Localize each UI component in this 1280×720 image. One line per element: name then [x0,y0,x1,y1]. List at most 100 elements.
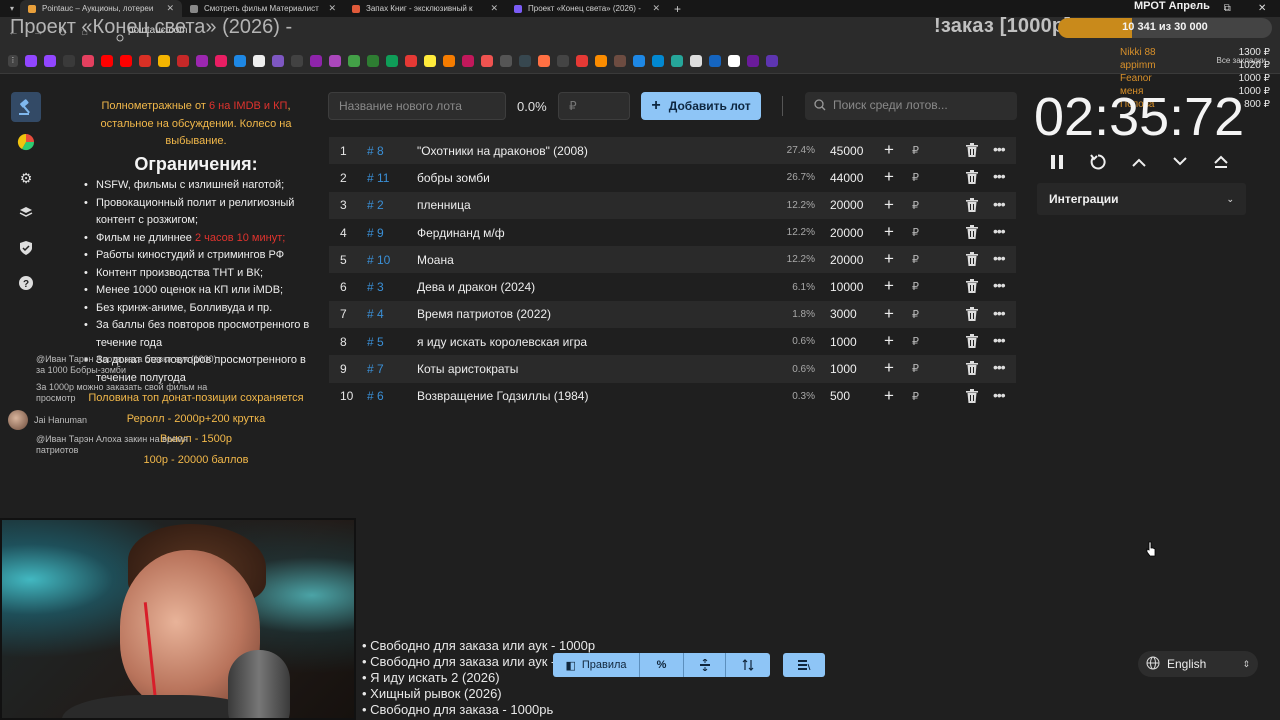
lot-amount[interactable]: 1000 [815,362,875,376]
lot-amount[interactable]: 1000 [815,335,875,349]
bookmark-icon[interactable] [500,55,512,67]
clear-list-button[interactable] [783,653,825,677]
currency-icon[interactable]: ₽ [912,226,919,239]
more-options-icon[interactable]: ••• [993,332,1006,348]
currency-icon[interactable]: ₽ [912,362,919,375]
youtube-bookmark-icon[interactable] [120,55,132,67]
delete-trash-icon[interactable] [966,279,978,296]
bookmark-icon[interactable] [481,55,493,67]
delete-trash-icon[interactable] [966,361,978,378]
bookmark-icon[interactable] [63,55,75,67]
lot-amount[interactable]: 20000 [815,198,875,212]
bookmark-icon[interactable] [215,55,227,67]
currency-icon[interactable]: ₽ [912,308,919,321]
lot-name[interactable]: Фердинанд м/ф [417,226,757,240]
lot-id-tag[interactable]: # 3 [367,280,417,294]
lot-name[interactable]: Моана [417,253,757,267]
bookmark-icon[interactable] [709,55,721,67]
lot-name[interactable]: я иду искать королевская игра [417,335,757,349]
add-amount-icon[interactable]: + [884,305,894,322]
add-amount-icon[interactable]: + [884,277,894,294]
add-amount-icon[interactable]: + [884,141,894,158]
bookmark-icon[interactable] [348,55,360,67]
browser-tab-pointauc[interactable]: Pointauc – Аукционы, лотереи ✕ [20,0,182,17]
add-amount-icon[interactable]: + [884,196,894,213]
currency-icon[interactable]: ₽ [912,144,919,157]
tab-search-icon[interactable]: ▾ [4,4,20,13]
add-lot-button[interactable]: + Добавить лот [641,92,761,120]
bookmark-icon[interactable] [538,55,550,67]
language-select[interactable]: English ⇕ [1138,651,1258,677]
restore-window-icon[interactable]: ⧉ [1224,3,1231,14]
bookmark-icon[interactable] [196,55,208,67]
bookmark-icon[interactable] [614,55,626,67]
lot-amount[interactable]: 3000 [815,307,875,321]
new-tab-button[interactable]: + [668,2,687,16]
lot-name[interactable]: Возвращение Годзиллы (1984) [417,389,757,403]
bookmark-icon[interactable] [424,55,436,67]
bookmark-icon[interactable] [177,55,189,67]
chevron-up-icon[interactable] [1128,150,1149,174]
pause-icon[interactable] [1046,150,1067,174]
add-amount-icon[interactable]: + [884,250,894,267]
bookmark-icon[interactable] [519,55,531,67]
currency-icon[interactable]: ₽ [912,335,919,348]
rules-button[interactable]: ◧ Правила [553,653,640,677]
delete-trash-icon[interactable] [966,170,978,187]
lot-amount[interactable]: 20000 [815,226,875,240]
bookmark-icon[interactable] [405,55,417,67]
currency-icon[interactable]: ₽ [912,253,919,266]
telegram-bookmark-icon[interactable] [652,55,664,67]
currency-icon[interactable]: ₽ [912,199,919,212]
more-options-icon[interactable]: ••• [993,141,1006,157]
delete-trash-icon[interactable] [966,388,978,406]
delete-trash-icon[interactable] [966,197,978,215]
youtube-bookmark-icon[interactable] [101,55,113,67]
settings-gear-icon[interactable]: ⚙ [11,163,41,193]
bookmark-icon[interactable] [557,55,569,67]
bookmark-icon[interactable] [329,55,341,67]
percent-toggle-button[interactable]: % [640,653,684,677]
integrations-dropdown[interactable]: Интеграции ⌄ [1037,183,1246,215]
close-tab-icon[interactable]: ✕ [328,3,336,14]
add-amount-icon[interactable]: + [884,387,894,404]
browser-tab-books[interactable]: Запах Книг - эксклюзивный к ✕ [344,0,506,17]
delete-trash-icon[interactable] [966,306,978,324]
help-icon[interactable]: ? [11,268,41,298]
lot-name[interactable]: бобры зомби [417,171,757,185]
lot-id-tag[interactable]: # 6 [367,389,417,403]
new-lot-input[interactable]: Название нового лота [328,92,506,120]
more-options-icon[interactable]: ••• [993,250,1006,266]
more-options-icon[interactable]: ••• [993,168,1006,184]
add-amount-icon[interactable]: + [884,168,894,185]
lot-search-input[interactable]: Поиск среди лотов... [805,92,1017,120]
wheel-pie-icon[interactable] [11,127,41,157]
bookmark-icon[interactable] [462,55,474,67]
layers-icon[interactable] [11,198,41,228]
apps-grid-icon[interactable]: ⋮ [8,55,18,67]
more-options-icon[interactable]: ••• [993,387,1006,403]
lot-amount-input[interactable]: ₽ [558,92,630,120]
add-amount-icon[interactable]: + [884,359,894,376]
browser-tab-project[interactable]: Проект «Конец света» (2026) - ✕ [506,0,668,17]
close-tab-icon[interactable]: ✕ [166,3,174,14]
lot-id-tag[interactable]: # 8 [367,144,417,158]
lot-name[interactable]: пленница [417,198,757,212]
bookmark-icon[interactable] [671,55,683,67]
twitch-bookmark-icon[interactable] [25,55,37,67]
bookmark-icon[interactable] [633,55,645,67]
lot-name[interactable]: Коты аристократы [417,362,757,376]
lot-amount[interactable]: 45000 [815,144,875,158]
shield-icon[interactable] [11,233,41,263]
bookmark-icon[interactable] [576,55,588,67]
bookmark-icon[interactable] [728,55,740,67]
close-tab-icon[interactable]: ✕ [652,3,660,14]
delete-trash-icon[interactable] [966,143,978,160]
bookmark-icon[interactable] [82,55,94,67]
bookmark-icon[interactable] [747,55,759,67]
reset-icon[interactable] [1087,150,1108,174]
lot-id-tag[interactable]: # 2 [367,198,417,212]
currency-icon[interactable]: ₽ [912,390,919,403]
lot-id-tag[interactable]: # 10 [367,253,417,267]
chevron-down-icon[interactable] [1169,150,1190,174]
